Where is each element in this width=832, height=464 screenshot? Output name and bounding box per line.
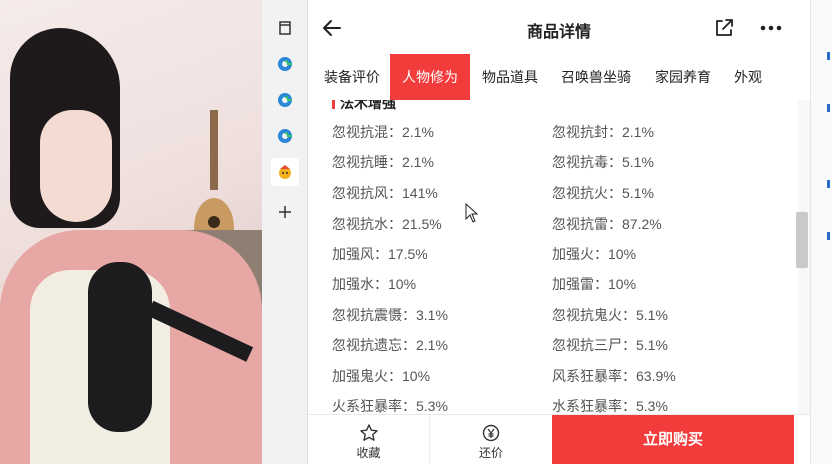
share-icon[interactable] [712, 16, 736, 40]
tab-equipment-review[interactable]: 装备评价 [314, 54, 390, 100]
stat-item: 风系狂暴率：63.9% [552, 368, 676, 384]
stat-item: 忽视抗震慑：3.1% [332, 307, 448, 323]
mouse-cursor-icon [465, 203, 479, 223]
new-tab-button[interactable] [271, 198, 299, 226]
stat-item: 忽视抗风：141% [332, 185, 438, 201]
stat-row: 忽视抗风：141% 忽视抗火：5.1% [308, 181, 798, 205]
browser-sidebar [262, 0, 308, 464]
stat-item: 忽视抗混：2.1% [332, 124, 434, 140]
stat-item: 加强火：10% [552, 246, 637, 262]
right-edge-strip [810, 0, 832, 464]
favorite-button[interactable]: 收藏 [308, 415, 430, 464]
stat-row: 火系狂暴率：5.3% 水系狂暴率：5.3% [308, 394, 798, 414]
edge-icon [278, 129, 292, 143]
tab-items[interactable]: 物品道具 [474, 54, 546, 100]
category-tabs: 装备评价 人物修为 物品道具 召唤兽坐骑 家园养育 外观 [308, 54, 810, 100]
stats-list: 法术增强 忽视抗混：2.1% 忽视抗封：2.1% 忽视抗睡：2.1% 忽视抗毒：… [308, 100, 798, 414]
stat-item: 忽视抗火：5.1% [552, 185, 654, 201]
offer-button[interactable]: 还价 [430, 415, 552, 464]
favorite-label: 收藏 [356, 446, 381, 460]
scrollbar-thumb[interactable] [796, 212, 808, 268]
edge-marker [827, 104, 830, 112]
product-detail-page: 商品详情 装备评价 人物修为 物品道具 召唤兽坐骑 家园养育 外观 法术增强 忽… [308, 0, 810, 464]
webcam-video [0, 0, 262, 464]
stat-item: 加强水：10% [332, 276, 417, 292]
edge-marker [827, 180, 830, 188]
stat-item: 水系狂暴率：5.3% [552, 398, 668, 414]
tab-actions-button[interactable] [271, 14, 299, 42]
tab-summon-mounts[interactable]: 召唤兽坐骑 [554, 54, 638, 100]
stat-row: 忽视抗遗忘：2.1% 忽视抗三尸：5.1% [308, 333, 798, 357]
star-icon [359, 424, 378, 441]
stat-item: 忽视抗封：2.1% [552, 124, 654, 140]
offer-label: 还价 [478, 446, 503, 460]
stat-row: 忽视抗水：21.5% 忽视抗雷：87.2% [308, 212, 798, 236]
yuan-coin-icon [482, 424, 500, 442]
browser-tab-2[interactable] [271, 86, 299, 114]
stat-row: 忽视抗睡：2.1% 忽视抗毒：5.1% [308, 150, 798, 174]
stat-item: 加强鬼火：10% [332, 368, 431, 384]
edge-marker [827, 52, 830, 60]
stat-item: 忽视抗遗忘：2.1% [332, 337, 448, 353]
browser-tab-1[interactable] [271, 50, 299, 78]
microphone [88, 262, 152, 432]
stat-item: 忽视抗雷：87.2% [552, 216, 662, 232]
edge-icon [278, 93, 292, 107]
more-icon[interactable] [758, 18, 784, 38]
stat-item: 忽视抗毒：5.1% [552, 154, 654, 170]
buy-now-button[interactable]: 立即购买 [552, 415, 794, 464]
browser-tab-3[interactable] [271, 122, 299, 150]
stat-item: 火系狂暴率：5.3% [332, 398, 448, 414]
edge-marker [827, 232, 830, 240]
game-favicon-icon [279, 165, 291, 179]
stat-item: 忽视抗三尸：5.1% [552, 337, 668, 353]
stat-row: 加强鬼火：10% 风系狂暴率：63.9% [308, 364, 798, 388]
plus-icon [279, 206, 291, 218]
stat-row: 忽视抗震慑：3.1% 忽视抗鬼火：5.1% [308, 303, 798, 327]
stat-item: 忽视抗鬼火：5.1% [552, 307, 668, 323]
stat-item: 忽视抗睡：2.1% [332, 154, 434, 170]
tab-home-raising[interactable]: 家园养育 [648, 54, 718, 100]
webcam-person-face [40, 110, 112, 222]
stat-row: 加强水：10% 加强雷：10% [308, 272, 798, 296]
top-bar: 商品详情 [308, 0, 810, 54]
stat-item: 加强风：17.5% [332, 246, 428, 262]
stat-item: 加强雷：10% [552, 276, 637, 292]
tab-actions-icon [279, 21, 291, 35]
stat-row: 忽视抗混：2.1% 忽视抗封：2.1% [308, 120, 798, 144]
stat-row: 加强风：17.5% 加强火：10% [308, 242, 798, 266]
tab-character-cultivation[interactable]: 人物修为 [390, 54, 470, 100]
section-title: 法术增强 [332, 100, 396, 112]
stat-item: 忽视抗水：21.5% [332, 216, 442, 232]
tab-appearance[interactable]: 外观 [726, 54, 770, 100]
browser-tab-active[interactable] [271, 158, 299, 186]
bottom-action-bar: 收藏 还价 立即购买 [308, 414, 810, 464]
edge-icon [278, 57, 292, 71]
